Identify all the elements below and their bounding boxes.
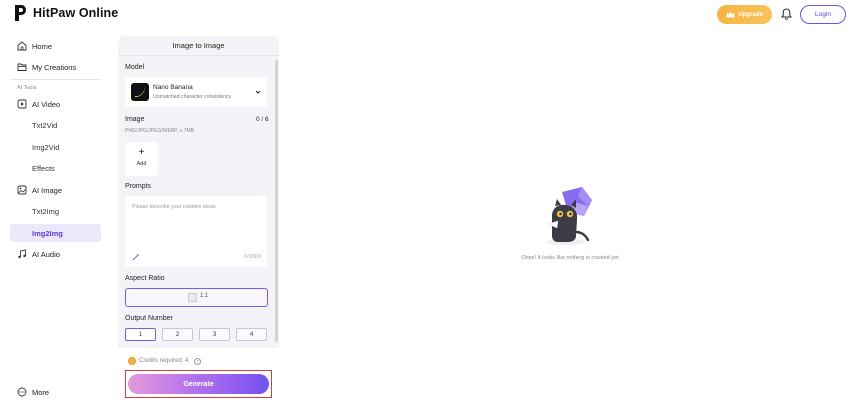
sidebar-item-home[interactable]: Home — [10, 37, 101, 55]
panel-title: Image to Image — [118, 36, 279, 56]
app-name: HitPaw Online — [33, 6, 119, 20]
sidebar-item-ai-video[interactable]: AI Video — [10, 95, 101, 113]
section-label-ai-tools: AI Tools — [17, 85, 37, 91]
video-icon — [17, 99, 27, 109]
sidebar-item-label: AI Video — [32, 99, 61, 109]
sidebar-item-label: Home — [32, 41, 53, 51]
sidebar-item-label: AI Audio — [32, 249, 60, 259]
coin-icon — [128, 357, 136, 365]
prompts-label: Prompts — [125, 183, 152, 190]
sidebar-divider — [10, 79, 101, 80]
model-thumbnail — [131, 83, 149, 101]
sidebar-item-ai-audio[interactable]: AI Audio — [10, 245, 101, 263]
model-select[interactable]: Nano Banana Unmatched character consiste… — [125, 77, 267, 107]
sidebar: Home My Creations AI Tools AI Video Txt2… — [0, 30, 110, 411]
output-number-label: Output Number — [125, 315, 173, 322]
prompt-placeholder: Please describe your creative ideas — [132, 204, 216, 210]
banana-icon — [135, 87, 145, 98]
model-name: Nano Banana — [153, 84, 193, 91]
plus-icon: + — [138, 147, 145, 158]
login-button[interactable]: Login — [800, 5, 846, 24]
help-icon[interactable]: ? — [194, 357, 202, 365]
sidebar-item-label: More — [32, 387, 50, 397]
upgrade-button[interactable]: Upgrade — [717, 5, 772, 24]
crown-icon — [726, 11, 735, 18]
credits-info: Credits required: 4 ? — [128, 357, 202, 365]
image-icon — [17, 185, 27, 195]
upgrade-label: Upgrade — [738, 11, 763, 18]
generate-button[interactable]: Generate — [128, 374, 269, 394]
more-icon — [17, 387, 27, 397]
home-icon — [17, 41, 27, 51]
output-number-option-1[interactable]: 1 — [125, 328, 156, 341]
sidebar-item-effects[interactable]: Effects — [10, 159, 101, 177]
logo-icon — [15, 5, 26, 21]
output-number-option-2[interactable]: 2 — [162, 328, 193, 341]
app-logo[interactable]: HitPaw Online — [13, 4, 118, 22]
aspect-ratio-label: Aspect Ratio — [125, 275, 165, 282]
sidebar-item-label: Txt2Img — [32, 206, 60, 216]
empty-state-illustration — [546, 187, 592, 245]
credits-label: Credits required: 4 — [139, 358, 189, 364]
sidebar-item-my-creations[interactable]: My Creations — [10, 58, 101, 76]
sidebar-item-txt2vid[interactable]: Txt2Vid — [10, 116, 101, 134]
output-number-option-3[interactable]: 3 — [199, 328, 230, 341]
model-description: Unmatched character consistency — [153, 94, 232, 100]
sidebar-item-label: AI Image — [32, 185, 63, 195]
image-count: 0 / 6 — [256, 116, 269, 123]
sidebar-item-label: Txt2Vid — [32, 120, 58, 130]
image-format-hint: PNG/JPG/JPEG/WEBP, ≤ 7MB — [125, 128, 195, 134]
sidebar-item-img2img[interactable]: Img2Img — [10, 224, 101, 242]
sidebar-item-label: My Creations — [32, 62, 77, 72]
square-icon — [188, 293, 197, 302]
sidebar-item-label: Img2Img — [32, 228, 63, 238]
sidebar-item-label: Img2Vid — [32, 142, 60, 152]
aspect-ratio-value: 1:1 — [200, 293, 209, 299]
prompt-char-counter: 0/2000 — [244, 254, 261, 260]
audio-icon — [18, 249, 26, 259]
sidebar-item-ai-image[interactable]: AI Image — [10, 181, 101, 199]
add-image-button[interactable]: + Add — [125, 142, 158, 176]
sidebar-item-img2vid[interactable]: Img2Vid — [10, 138, 101, 156]
panel-scrollbar[interactable] — [275, 60, 278, 342]
sidebar-item-label: Effects — [32, 163, 55, 173]
prompt-input[interactable]: Please describe your creative ideas 0/20… — [125, 196, 267, 267]
empty-state-message: Oops! It looks like nothing is created y… — [521, 255, 619, 261]
sidebar-item-txt2img[interactable]: Txt2Img — [10, 202, 101, 220]
add-image-label: Add — [136, 161, 147, 167]
chevron-down-icon — [255, 90, 261, 94]
image-label: Image — [125, 116, 145, 123]
magic-wand-icon[interactable] — [132, 253, 140, 261]
model-label: Model — [125, 64, 145, 71]
output-number-option-4[interactable]: 4 — [236, 328, 267, 341]
bell-icon[interactable] — [781, 8, 792, 20]
folder-icon — [17, 63, 27, 71]
sidebar-item-more[interactable]: More — [10, 383, 101, 401]
aspect-ratio-option-1-1[interactable]: 1:1 — [125, 288, 268, 307]
